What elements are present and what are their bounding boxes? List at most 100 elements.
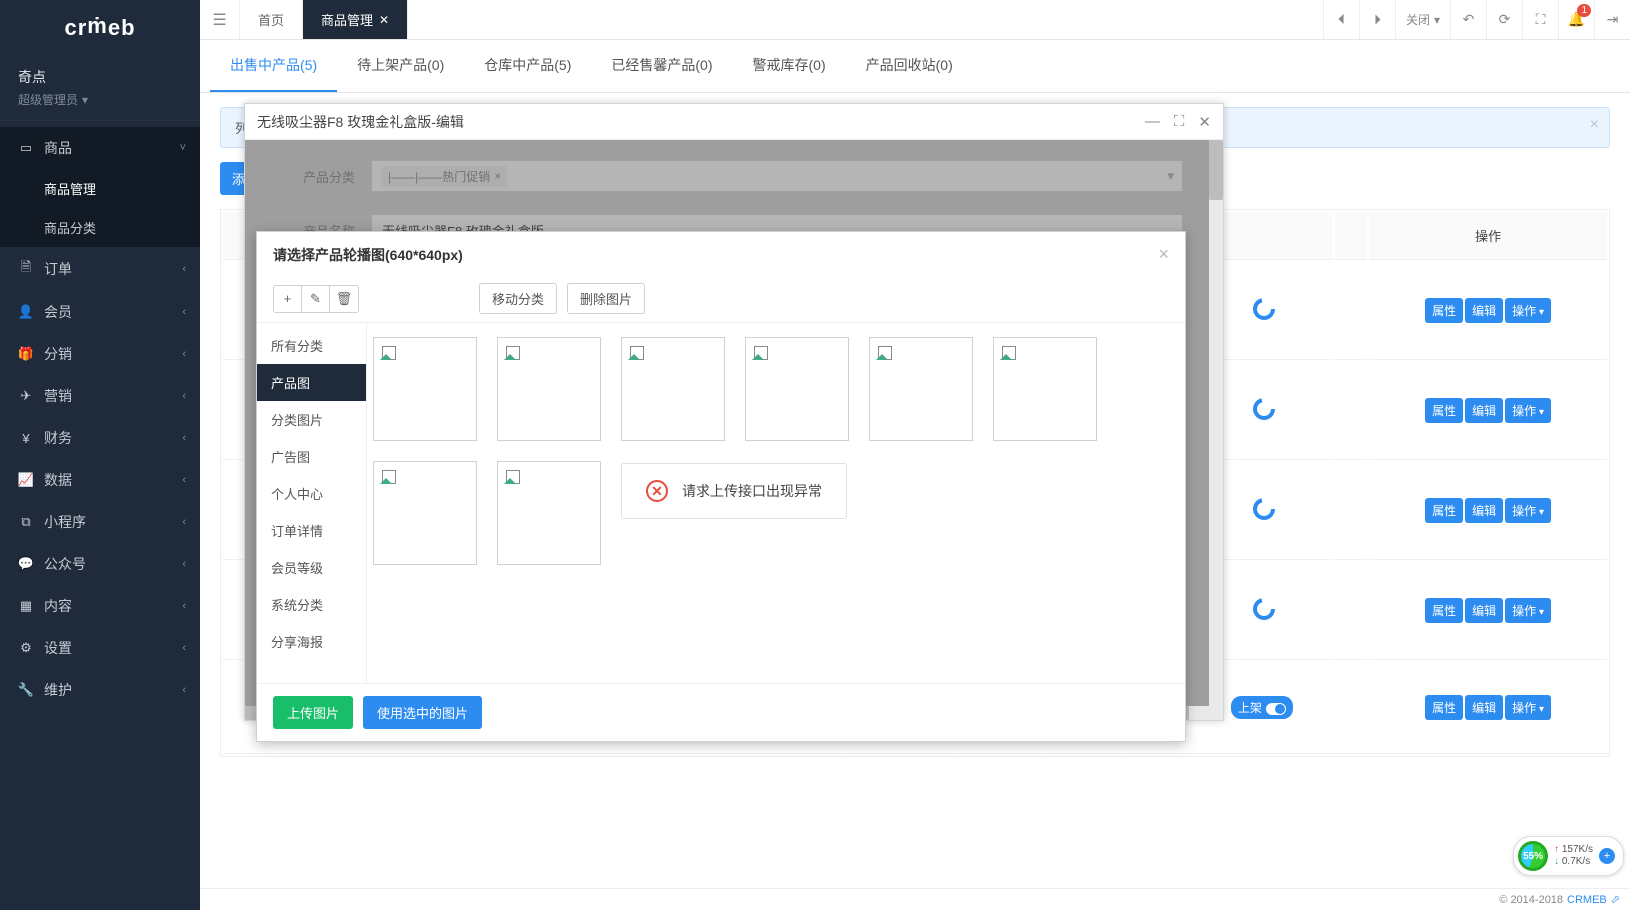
add-folder-icon[interactable]: + — [274, 286, 302, 312]
product-tab[interactable]: 待上架产品(0) — [337, 40, 464, 92]
category-item[interactable]: 个人中心 — [257, 475, 366, 512]
attr-button[interactable]: 属性 — [1425, 498, 1463, 523]
edit-button[interactable]: 编辑 — [1465, 695, 1503, 720]
edit-button[interactable]: 编辑 — [1465, 398, 1503, 423]
use-selected-button[interactable]: 使用选中的图片 — [363, 696, 482, 729]
nav-item[interactable]: 🔧维护‹ — [0, 669, 200, 711]
undo-icon[interactable]: ↶ — [1450, 0, 1486, 39]
image-thumbnail[interactable] — [373, 461, 477, 565]
tab-next-icon[interactable]: ⏵ — [1359, 0, 1395, 39]
network-widget[interactable]: 55% ↑ 157K/s ↓ 0.7K/s + — [1513, 836, 1624, 876]
category-item[interactable]: 系统分类 — [257, 586, 366, 623]
image-thumbnail[interactable] — [373, 337, 477, 441]
category-item[interactable]: 分类图片 — [257, 401, 366, 438]
attr-button[interactable]: 属性 — [1425, 695, 1463, 720]
image-thumbnail[interactable] — [745, 337, 849, 441]
close-icon[interactable]: ✕ — [379, 13, 389, 27]
maximize-icon[interactable]: ⛶ — [1174, 113, 1185, 130]
nav-item[interactable]: 📈数据‹ — [0, 459, 200, 501]
footer: © 2014-2018 CRMEB⬀ — [200, 888, 1630, 910]
category-item[interactable]: 分享海报 — [257, 623, 366, 660]
product-tab[interactable]: 警戒库存(0) — [733, 40, 846, 92]
more-button[interactable]: 操作 — [1505, 398, 1551, 423]
sidebar: crṁeb 奇点 超级管理员▾ ▭商品˅商品管理商品分类🗎订单‹👤会员‹🎁分销‹… — [0, 0, 200, 910]
attr-button[interactable]: 属性 — [1425, 298, 1463, 323]
edit-icon[interactable]: ✎ — [302, 286, 330, 312]
category-item[interactable]: 订单详情 — [257, 512, 366, 549]
trash-icon[interactable]: 🗑 — [330, 286, 358, 312]
nav-item[interactable]: 👤会员‹ — [0, 291, 200, 333]
image-grid: ✕请求上传接口出现异常 — [367, 323, 1185, 683]
error-icon: ✕ — [646, 480, 668, 502]
close-dropdown[interactable]: 关闭▾ — [1395, 0, 1450, 39]
nav-item[interactable]: ▦内容‹ — [0, 585, 200, 627]
fullscreen-icon[interactable]: ⛶ — [1522, 0, 1558, 39]
upload-button[interactable]: 上传图片 — [273, 696, 353, 729]
category-item[interactable]: 所有分类 — [257, 327, 366, 364]
nav-item[interactable]: 🗎订单‹ — [0, 247, 200, 291]
category-item[interactable]: 广告图 — [257, 438, 366, 475]
chevron-left-icon: ‹ — [182, 432, 186, 444]
image-thumbnail[interactable] — [869, 337, 973, 441]
product-tab[interactable]: 产品回收站(0) — [846, 40, 973, 92]
image-thumbnail[interactable] — [993, 337, 1097, 441]
nav-item[interactable]: ✈营销‹ — [0, 375, 200, 417]
more-button[interactable]: 操作 — [1505, 298, 1551, 323]
edit-button[interactable]: 编辑 — [1465, 298, 1503, 323]
broken-image-icon — [630, 346, 644, 360]
broken-image-icon — [382, 346, 396, 360]
minimize-icon[interactable]: — — [1145, 113, 1160, 130]
delete-image-button[interactable]: 删除图片 — [567, 283, 645, 314]
notif-badge: 1 — [1577, 4, 1591, 17]
more-button[interactable]: 操作 — [1505, 598, 1551, 623]
attr-button[interactable]: 属性 — [1425, 398, 1463, 423]
broken-image-icon — [1002, 346, 1016, 360]
scrollbar-vertical[interactable] — [1209, 140, 1223, 720]
move-category-button[interactable]: 移动分类 — [479, 283, 557, 314]
onshelf-toggle[interactable]: 上架 — [1231, 696, 1293, 719]
nav-icon: 🎁 — [18, 346, 34, 362]
edit-button[interactable]: 编辑 — [1465, 498, 1503, 523]
chevron-left-icon: ‹ — [182, 684, 186, 696]
alert-close-icon[interactable]: × — [1590, 116, 1599, 134]
modal1-title: 无线吸尘器F8 玫瑰金礼盒版-编辑 — [257, 112, 464, 132]
nav-item[interactable]: 💬公众号‹ — [0, 543, 200, 585]
footer-link[interactable]: CRMEB — [1567, 894, 1607, 906]
nav-subitem[interactable]: 商品管理 — [0, 169, 200, 208]
nav-icon: 📈 — [18, 472, 34, 488]
nav-item[interactable]: ¥财务‹ — [0, 417, 200, 459]
close-icon[interactable]: ✕ — [1198, 113, 1211, 131]
nav-icon: ⚙ — [18, 640, 34, 656]
add-icon[interactable]: + — [1599, 848, 1615, 864]
more-button[interactable]: 操作 — [1505, 695, 1551, 720]
product-tab[interactable]: 已经售馨产品(0) — [591, 40, 732, 92]
image-thumbnail[interactable] — [621, 337, 725, 441]
category-item[interactable]: 会员等级 — [257, 549, 366, 586]
attr-button[interactable]: 属性 — [1425, 598, 1463, 623]
product-tab[interactable]: 出售中产品(5) — [210, 40, 337, 92]
nav-subitem[interactable]: 商品分类 — [0, 208, 200, 247]
more-button[interactable]: 操作 — [1505, 498, 1551, 523]
image-thumbnail[interactable] — [497, 337, 601, 441]
product-tab[interactable]: 仓库中产品(5) — [464, 40, 591, 92]
refresh-icon[interactable]: ⟳ — [1486, 0, 1522, 39]
bell-icon[interactable]: 🔔1 — [1558, 0, 1594, 39]
nav-icon: ⧉ — [18, 514, 34, 530]
nav-icon: 💬 — [18, 556, 34, 572]
menu-toggle-icon[interactable]: ☰ — [200, 0, 240, 39]
loading-icon — [1252, 297, 1276, 321]
image-thumbnail[interactable] — [497, 461, 601, 565]
chevron-left-icon: ‹ — [182, 642, 186, 654]
logout-icon[interactable]: ⇥ — [1594, 0, 1630, 39]
tab-active[interactable]: 商品管理✕ — [303, 0, 408, 39]
nav-item[interactable]: ⚙设置‹ — [0, 627, 200, 669]
category-item[interactable]: 产品图 — [257, 364, 366, 401]
tab-prev-icon[interactable]: ⏴ — [1323, 0, 1359, 39]
user-role[interactable]: 超级管理员▾ — [18, 91, 182, 108]
nav-item[interactable]: 🎁分销‹ — [0, 333, 200, 375]
tab-home[interactable]: 首页 — [240, 0, 303, 39]
nav-item[interactable]: ⧉小程序‹ — [0, 501, 200, 543]
nav-item[interactable]: ▭商品˅ — [0, 127, 200, 169]
edit-button[interactable]: 编辑 — [1465, 598, 1503, 623]
close-icon[interactable]: × — [1158, 244, 1169, 265]
